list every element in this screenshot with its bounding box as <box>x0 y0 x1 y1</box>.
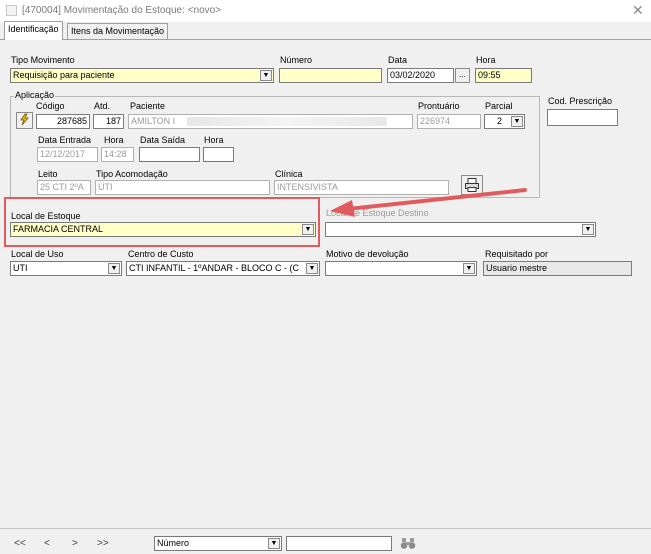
local-estoque-label: Local de Estoque <box>11 211 81 221</box>
local-estoque-select[interactable]: FARMACIA CENTRAL ▼ <box>10 222 316 237</box>
data-label: Data <box>388 55 408 65</box>
search-field-value: Número <box>157 538 190 548</box>
chevron-down-icon[interactable]: ▼ <box>268 538 280 549</box>
search-input[interactable] <box>286 536 392 551</box>
data-entrada-label: Data Entrada <box>38 135 92 145</box>
chevron-down-icon[interactable]: ▼ <box>260 70 272 81</box>
parcial-select[interactable]: 2 ▼ <box>484 114 525 129</box>
date-picker-button[interactable]: ... <box>455 68 470 83</box>
tipo-acomodacao-label: Tipo Acomodação <box>96 169 168 179</box>
tipo-acomodacao-input: UTI <box>95 180 270 195</box>
nav-prev-button[interactable]: < <box>44 538 50 549</box>
atd-input[interactable]: 187 <box>93 114 124 129</box>
cod-prescricao-label: Cod. Prescrição <box>548 96 613 106</box>
numero-label: Número <box>280 55 313 65</box>
chevron-down-icon[interactable]: ▼ <box>582 224 594 235</box>
hora-saida-label: Hora <box>204 135 224 145</box>
binoculars-button[interactable] <box>400 536 418 550</box>
clinica-label: Clínica <box>275 169 303 179</box>
lightning-button[interactable] <box>16 112 33 129</box>
hora-label: Hora <box>476 55 496 65</box>
data-entrada-input: 12/12/2017 <box>37 147 98 162</box>
requisitado-por-input: Usuario mestre <box>483 261 632 276</box>
tab-strip-border <box>0 39 651 40</box>
nav-next-button[interactable]: > <box>72 538 78 549</box>
window-title: [470004] Movimentação do Estoque: <novo> <box>22 5 222 16</box>
lightning-icon <box>20 113 29 126</box>
hora-saida-input[interactable] <box>203 147 234 162</box>
codigo-input[interactable]: 287685 <box>36 114 90 129</box>
hora-entrada-input: 14:28 <box>101 147 134 162</box>
parcial-label: Parcial <box>485 101 513 111</box>
cod-prescricao-input[interactable] <box>547 109 618 126</box>
paciente-input: AMILTON I <box>128 114 413 129</box>
numero-input[interactable] <box>279 68 382 83</box>
tab-itens-movimentacao[interactable]: Itens da Movimentação <box>67 23 169 39</box>
redacted-name <box>187 117 387 126</box>
chevron-down-icon[interactable]: ▼ <box>108 263 120 274</box>
data-input[interactable]: 03/02/2020 <box>387 68 454 83</box>
chevron-down-icon[interactable]: ▼ <box>463 263 475 274</box>
aplicacao-legend: Aplicação <box>14 90 56 101</box>
paciente-value: AMILTON I <box>131 116 176 126</box>
chevron-down-icon[interactable]: ▼ <box>511 116 523 127</box>
motivo-devolucao-select[interactable]: ▼ <box>325 261 477 276</box>
tipo-movimento-label: Tipo Movimento <box>11 55 75 65</box>
paciente-label: Paciente <box>130 101 166 111</box>
tab-identificacao[interactable]: Identificação <box>4 21 63 40</box>
centro-custo-value: CTI INFANTIL - 1ºANDAR - BLOCO C - (C <box>129 263 299 273</box>
bottom-separator <box>0 528 651 529</box>
prontuario-input: 226974 <box>417 114 481 129</box>
chevron-down-icon[interactable]: ▼ <box>302 224 314 235</box>
chevron-down-icon[interactable]: ▼ <box>306 263 318 274</box>
data-saida-input[interactable] <box>139 147 200 162</box>
local-uso-select[interactable]: UTI ▼ <box>10 261 122 276</box>
local-uso-label: Local de Uso <box>11 249 64 259</box>
close-icon[interactable]: ✕ <box>632 2 644 19</box>
annotation-arrow <box>330 188 527 217</box>
centro-custo-select[interactable]: CTI INFANTIL - 1ºANDAR - BLOCO C - (C ▼ <box>126 261 320 276</box>
nav-last-button[interactable]: >> <box>97 538 109 549</box>
local-estoque-value: FARMACIA CENTRAL <box>13 224 104 234</box>
tipo-movimento-select[interactable]: Requisição para paciente ▼ <box>10 68 274 83</box>
search-field-select[interactable]: Número ▼ <box>154 536 282 551</box>
app-icon <box>6 5 17 16</box>
nav-first-button[interactable]: << <box>14 538 26 549</box>
codigo-label: Código <box>36 101 65 111</box>
hora-entrada-label: Hora <box>104 135 124 145</box>
leito-input: 25 CTI 2ºA <box>37 180 91 195</box>
atd-label: Atd. <box>94 101 111 111</box>
leito-label: Leito <box>38 169 58 179</box>
requisitado-por-label: Requisitado por <box>485 249 549 259</box>
centro-custo-label: Centro de Custo <box>128 249 194 259</box>
data-saida-label: Data Saída <box>140 135 186 145</box>
motivo-devolucao-label: Motivo de devolução <box>326 249 409 259</box>
local-uso-value: UTI <box>13 263 28 273</box>
binoculars-icon <box>400 538 416 549</box>
hora-input[interactable]: 09:55 <box>475 68 532 83</box>
parcial-value: 2 <box>497 116 503 126</box>
tipo-movimento-value: Requisição para paciente <box>13 70 115 80</box>
prontuario-label: Prontuário <box>418 101 460 111</box>
